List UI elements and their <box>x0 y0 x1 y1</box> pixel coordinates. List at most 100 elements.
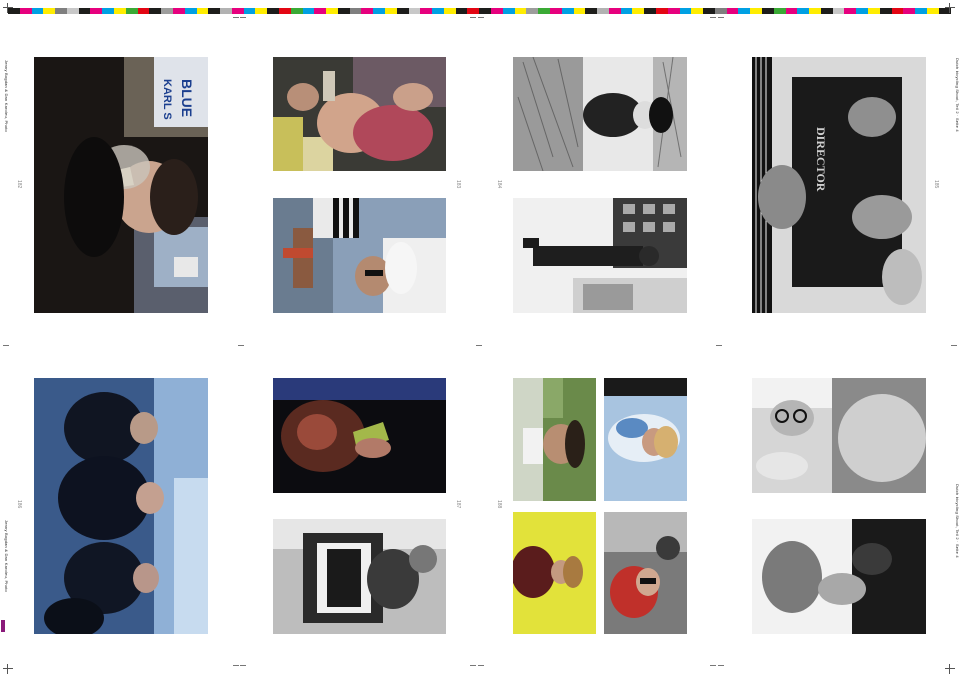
photo-man-sunglasses-street <box>273 198 446 313</box>
color-swatch <box>114 8 126 14</box>
color-swatch <box>549 8 562 14</box>
color-swatch <box>467 8 480 14</box>
margin-note-right-top: Dutch bicycling Shoot, Teil 2 · Seite 4 <box>955 58 960 132</box>
margin-note-right-bottom: Dutch bicycling Shoot, Teil 2 · Seite 4 <box>955 484 960 558</box>
registration-mark <box>3 664 13 674</box>
color-swatch <box>43 8 56 14</box>
color-swatch <box>785 8 798 14</box>
color-swatch <box>220 8 232 14</box>
color-swatch <box>502 8 515 14</box>
crop-mark <box>710 665 716 666</box>
photo-man-sweatshirt-lying: DIRECTOR <box>752 57 926 313</box>
margin-note-left-bottom: Jenny Bogdan & Dan Karoleu, Photo <box>4 520 9 592</box>
color-swatch <box>326 8 338 14</box>
color-swatch <box>891 8 904 14</box>
color-calibration-bar <box>8 8 951 14</box>
color-swatch <box>125 8 138 14</box>
color-swatch <box>66 8 79 14</box>
color-swatch <box>620 8 633 14</box>
photo-man-motorcycle <box>273 519 446 634</box>
crop-mark <box>718 17 724 18</box>
color-swatch <box>396 8 409 14</box>
color-swatch <box>926 8 939 14</box>
color-swatch <box>573 8 586 14</box>
color-swatch <box>443 8 456 14</box>
color-swatch <box>479 8 492 14</box>
color-swatch <box>585 8 598 14</box>
color-swatch <box>314 8 327 14</box>
photo-woman-yellow-wall <box>513 512 596 634</box>
crop-mark <box>478 665 484 666</box>
photo-band-group-blue <box>34 378 208 634</box>
color-swatch <box>679 8 692 14</box>
crop-mark <box>476 345 482 346</box>
registration-mark <box>945 664 955 674</box>
color-swatch <box>903 8 916 14</box>
color-swatch <box>655 8 668 14</box>
color-swatch <box>420 8 433 14</box>
color-swatch <box>31 8 44 14</box>
photo-man-walking-street <box>513 198 687 313</box>
crop-mark <box>710 17 716 18</box>
color-swatch <box>526 8 539 14</box>
photo-man-hands-face <box>752 519 926 634</box>
margin-note-left-top: Jenny Bogdan & Dan Karoleu, Photo <box>4 60 9 132</box>
page-number: 184 <box>496 180 502 189</box>
color-swatch <box>267 8 279 14</box>
color-swatch <box>78 8 91 14</box>
crop-mark <box>233 665 239 666</box>
photo-woman-crouching-grass <box>513 57 687 171</box>
crop-mark <box>478 17 484 18</box>
color-swatch <box>408 8 421 14</box>
page-number: 186 <box>16 500 22 509</box>
page-number: 187 <box>455 500 461 509</box>
crop-mark <box>233 17 239 18</box>
crop-mark <box>240 665 246 666</box>
page-number: 185 <box>933 180 939 189</box>
color-swatch <box>373 8 385 14</box>
color-swatch <box>703 8 715 14</box>
registration-mark <box>945 3 955 13</box>
color-swatch <box>208 8 221 14</box>
photo-woman-sky <box>604 378 687 501</box>
photo-woman-sunglasses-car <box>604 512 687 634</box>
page-number: 188 <box>496 500 502 509</box>
color-swatch <box>349 8 362 14</box>
color-swatch <box>809 8 821 14</box>
color-swatch <box>385 8 397 14</box>
page-number: 183 <box>455 180 461 189</box>
color-swatch <box>667 8 680 14</box>
color-swatch <box>714 8 727 14</box>
color-swatch <box>361 8 374 14</box>
color-swatch <box>820 8 833 14</box>
color-swatch <box>196 8 209 14</box>
color-swatch <box>644 8 656 14</box>
photo-shirtless-man-drinking <box>273 57 446 171</box>
color-swatch <box>137 8 150 14</box>
shirt-text: DIRECTOR <box>814 127 828 192</box>
color-swatch <box>161 8 173 14</box>
color-swatch <box>879 8 892 14</box>
color-swatch <box>844 8 857 14</box>
poster-text: KARL S <box>161 79 173 120</box>
color-swatch <box>608 8 621 14</box>
color-swatch <box>302 8 315 14</box>
color-mark-bar <box>1 620 5 632</box>
color-swatch <box>491 8 503 14</box>
color-swatch <box>172 8 185 14</box>
color-swatch <box>691 8 704 14</box>
color-swatch <box>455 8 468 14</box>
color-swatch <box>561 8 574 14</box>
poster-text: BLUE <box>179 79 195 117</box>
color-swatch <box>90 8 103 14</box>
page-number: 182 <box>16 180 22 189</box>
color-swatch <box>832 8 845 14</box>
color-swatch <box>432 8 444 14</box>
color-swatch <box>243 8 256 14</box>
color-swatch <box>231 8 244 14</box>
color-swatch <box>255 8 268 14</box>
color-swatch <box>762 8 774 14</box>
crop-mark <box>716 345 722 346</box>
color-swatch <box>337 8 350 14</box>
color-swatch <box>773 8 786 14</box>
